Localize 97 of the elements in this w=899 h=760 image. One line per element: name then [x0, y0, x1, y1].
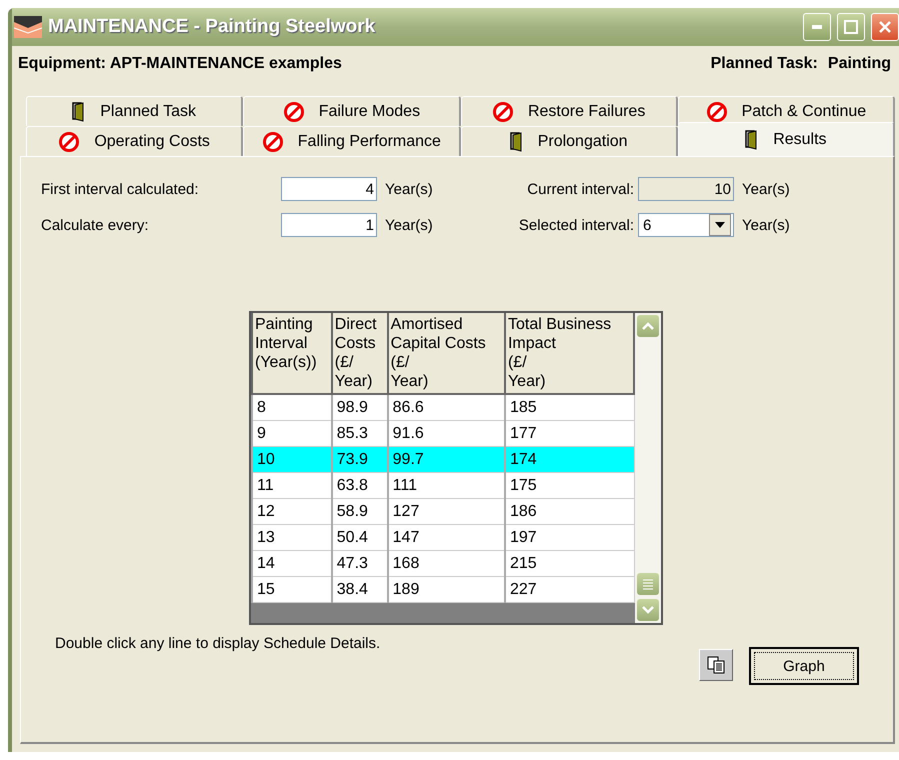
prohibited-icon	[262, 130, 284, 152]
field-label: First interval calculated:	[41, 180, 199, 198]
table-row[interactable]: 14 47.3 168 215	[252, 550, 634, 576]
column-header: Amortised Capital Costs (£/ Year)	[388, 313, 505, 394]
app-logo-icon	[14, 16, 42, 38]
table-cell: 58.9	[332, 498, 388, 524]
hint-text: Double click any line to display Schedule Details.	[54, 635, 382, 652]
table-cell: 185	[504, 394, 634, 420]
table-cell: 63.8	[332, 472, 388, 498]
table-cell: 86.6	[388, 394, 505, 420]
prohibited-icon	[58, 130, 80, 152]
table-row[interactable]: 13 50.4 147 197	[252, 524, 634, 550]
table-cell: 147	[388, 524, 505, 550]
column-header: Total Business Impact (£/ Year)	[504, 313, 634, 394]
close-icon	[879, 21, 891, 33]
calculate-every-input[interactable]: 1	[281, 213, 377, 237]
field-label: Selected interval:	[518, 216, 635, 234]
table-cell: 215	[504, 550, 634, 576]
table-cell: 38.4	[332, 576, 388, 602]
table-cell: 98.9	[332, 394, 388, 420]
prohibited-icon	[492, 100, 514, 122]
copy-button[interactable]	[699, 649, 733, 681]
tab-label: Planned Task	[100, 102, 196, 120]
table-row[interactable]: 9 85.3 91.6 177	[252, 420, 634, 446]
table-row[interactable]: 8 98.9 86.6 185	[252, 394, 634, 420]
table-cell: 177	[504, 420, 634, 446]
table-row[interactable]: 15 38.4 189 227	[252, 576, 634, 602]
tab[interactable]: Failure Modes	[243, 96, 460, 126]
table-cell: 13	[252, 524, 332, 550]
graph-button[interactable]: Graph	[749, 647, 859, 685]
door-icon	[745, 130, 760, 150]
tab-label: Falling Performance	[298, 132, 441, 150]
copy-icon	[707, 656, 725, 674]
table-cell: 127	[388, 498, 505, 524]
field-label: Calculate every:	[41, 216, 149, 234]
tab-label: Operating Costs	[94, 132, 210, 150]
table-row[interactable]: 12 58.9 127 186	[252, 498, 634, 524]
close-button[interactable]	[871, 13, 899, 41]
table-cell: 47.3	[332, 550, 388, 576]
table-cell: 197	[504, 524, 634, 550]
unit-label: Year(s)	[741, 216, 791, 234]
table-cell: 85.3	[332, 420, 388, 446]
table-cell: 15	[252, 576, 332, 602]
tab[interactable]: Restore Failures	[460, 96, 678, 126]
planned-task-label: Planned Task:	[710, 55, 818, 73]
door-icon	[510, 132, 524, 152]
column-header: Direct Costs (£/ Year)	[332, 313, 388, 394]
minimize-button[interactable]	[803, 13, 831, 41]
maximize-icon	[844, 20, 858, 34]
table-cell: 175	[504, 472, 634, 498]
unit-label: Year(s)	[741, 180, 791, 198]
scroll-down-icon[interactable]	[637, 599, 659, 621]
window-title: MAINTENANCE - Painting Steelwork	[48, 16, 376, 38]
table-cell: 11	[252, 472, 332, 498]
table-cell: 12	[252, 498, 332, 524]
first-interval-input[interactable]: 4	[281, 177, 377, 201]
table-cell: 99.7	[388, 446, 505, 472]
table-cell: 186	[504, 498, 634, 524]
tab[interactable]: Falling Performance	[243, 126, 460, 156]
column-header: Painting Interval (Year(s))	[252, 313, 332, 394]
scroll-up-icon[interactable]	[637, 315, 659, 337]
table-cell: 50.4	[332, 524, 388, 550]
equipment-label: Equipment: APT-MAINTENANCE examples	[18, 55, 342, 73]
table-cell: 227	[504, 576, 634, 602]
table-cell: 91.6	[388, 420, 505, 446]
selected-interval-dropdown[interactable]: 6	[638, 213, 734, 237]
minimize-icon	[812, 25, 822, 29]
tab-label: Prolongation	[538, 132, 628, 150]
scrollbar[interactable]	[635, 313, 661, 623]
table-cell: 174	[504, 446, 634, 472]
tab[interactable]: Planned Task	[26, 96, 244, 126]
prohibited-icon	[282, 100, 305, 122]
unit-label: Year(s)	[384, 216, 434, 234]
tab[interactable]: Results	[678, 122, 895, 156]
table-row[interactable]: 10 73.9 99.7 174	[252, 446, 634, 472]
unit-label: Year(s)	[384, 180, 434, 198]
table-cell: 8	[252, 394, 332, 420]
table-cell: 189	[388, 576, 505, 602]
table-cell: 14	[252, 550, 332, 576]
table-cell: 168	[388, 550, 505, 576]
scroll-thumb[interactable]	[637, 573, 659, 595]
prohibited-icon	[706, 100, 728, 122]
table-cell: 10	[252, 446, 332, 472]
tab[interactable]: Operating Costs	[26, 126, 244, 156]
field-label: Current interval:	[527, 180, 635, 198]
tab[interactable]: Prolongation	[460, 126, 678, 156]
tab-label: Results	[773, 130, 827, 148]
door-icon	[72, 102, 86, 122]
planned-task-value: Painting	[828, 55, 891, 73]
tab-label: Restore Failures	[528, 102, 646, 120]
table-row[interactable]: 11 63.8 111 175	[252, 472, 634, 498]
table-cell: 9	[252, 420, 332, 446]
table-cell: 73.9	[332, 446, 388, 472]
tab-label: Patch & Continue	[742, 102, 866, 120]
tab-label: Failure Modes	[318, 102, 420, 120]
maximize-button[interactable]	[837, 13, 865, 41]
table-cell: 111	[388, 472, 505, 498]
